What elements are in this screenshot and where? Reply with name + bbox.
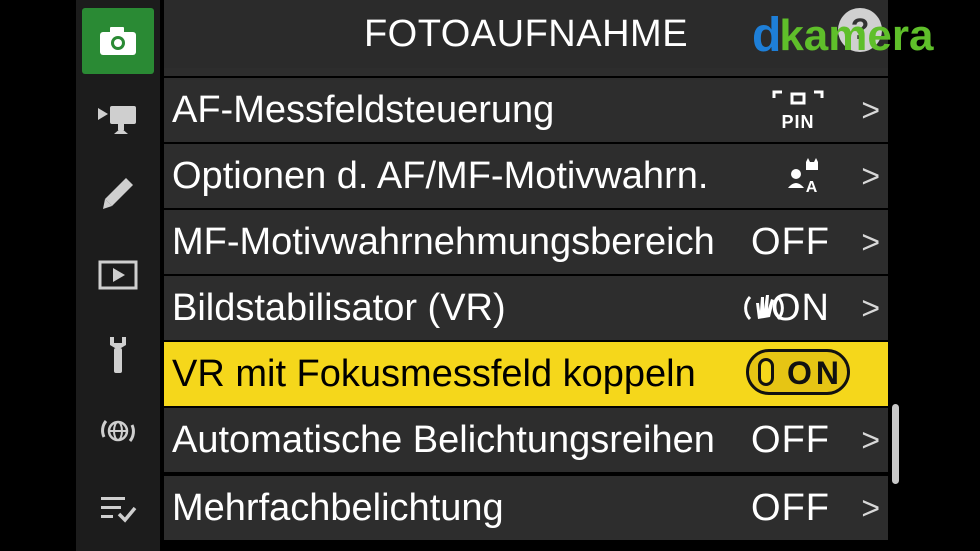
auto-label: A: [806, 179, 819, 196]
menu-row-subject-detection-options[interactable]: Optionen d. AF/MF-Motivwahrn. A >: [164, 144, 888, 208]
menu-row-vr-focus-link[interactable]: VR mit Fokusmessfeld koppeln ON: [164, 342, 888, 406]
row-value: OFF: [751, 220, 830, 263]
wrench-icon: [110, 337, 126, 373]
row-value: OFF: [751, 486, 830, 529]
menu-row-af-area-control[interactable]: AF-Messfeldsteuerung PIN >: [164, 78, 888, 142]
page-title: FOTOAUFNAHME: [363, 12, 689, 55]
row-label: MF-Motivwahrnehmungsbereich: [172, 220, 715, 263]
row-value: ON: [771, 286, 830, 329]
tab-setup[interactable]: [82, 322, 154, 388]
tab-my-menu[interactable]: [82, 476, 154, 542]
tab-playback[interactable]: [82, 242, 154, 308]
row-label: AF-Messfeldsteuerung: [172, 88, 555, 131]
chevron-right-icon: >: [861, 489, 880, 526]
camera-icon: [100, 27, 136, 55]
row-value: OFF: [751, 418, 830, 461]
chevron-right-icon: >: [861, 91, 880, 128]
row-label: VR mit Fokusmessfeld koppeln: [172, 352, 696, 395]
scrollbar[interactable]: [892, 404, 899, 484]
my-menu-icon: [101, 497, 137, 523]
pin-label: PIN: [781, 112, 814, 132]
menu-row-auto-bracketing[interactable]: Automatische Belichtungsreihen OFF >: [164, 408, 888, 472]
tab-movie-shooting[interactable]: [82, 86, 154, 152]
tab-network[interactable]: [82, 398, 154, 464]
watermark-logo: d kamera: [752, 12, 933, 60]
menu-row-multiple-exposure[interactable]: Mehrfachbelichtung OFF >: [164, 476, 888, 540]
toggle-state: ON: [787, 355, 843, 391]
playback-icon: [98, 260, 138, 290]
toggle-knob: [758, 358, 774, 386]
subject-detection-auto-icon: A: [784, 156, 824, 206]
row-label: Optionen d. AF/MF-Motivwahrn.: [172, 154, 709, 197]
chevron-right-icon: >: [861, 157, 880, 194]
menu-row-mf-subject-detection-area[interactable]: MF-Motivwahrnehmungsbereich OFF >: [164, 210, 888, 274]
row-label: Automatische Belichtungsreihen: [172, 418, 715, 461]
watermark-d: d: [752, 9, 782, 62]
video-camera-icon: [98, 106, 136, 134]
tab-photo-shooting[interactable]: [82, 8, 154, 74]
row-label: Mehrfachbelichtung: [172, 486, 504, 529]
on-off-toggle[interactable]: ON: [746, 349, 850, 395]
menu-row-vibration-reduction[interactable]: Bildstabilisator (VR) ON >: [164, 276, 888, 340]
pencil-icon: [103, 178, 133, 209]
row-separator: [164, 68, 888, 76]
chevron-right-icon: >: [861, 421, 880, 458]
af-area-pin-icon: PIN: [770, 88, 826, 142]
chevron-right-icon: >: [861, 223, 880, 260]
chevron-right-icon: >: [861, 289, 880, 326]
network-icon: [101, 420, 135, 442]
row-label: Bildstabilisator (VR): [172, 286, 506, 329]
tab-custom-settings[interactable]: [82, 160, 154, 226]
menu-tab-sidebar: [76, 0, 160, 551]
watermark-text: kamera: [779, 11, 934, 60]
